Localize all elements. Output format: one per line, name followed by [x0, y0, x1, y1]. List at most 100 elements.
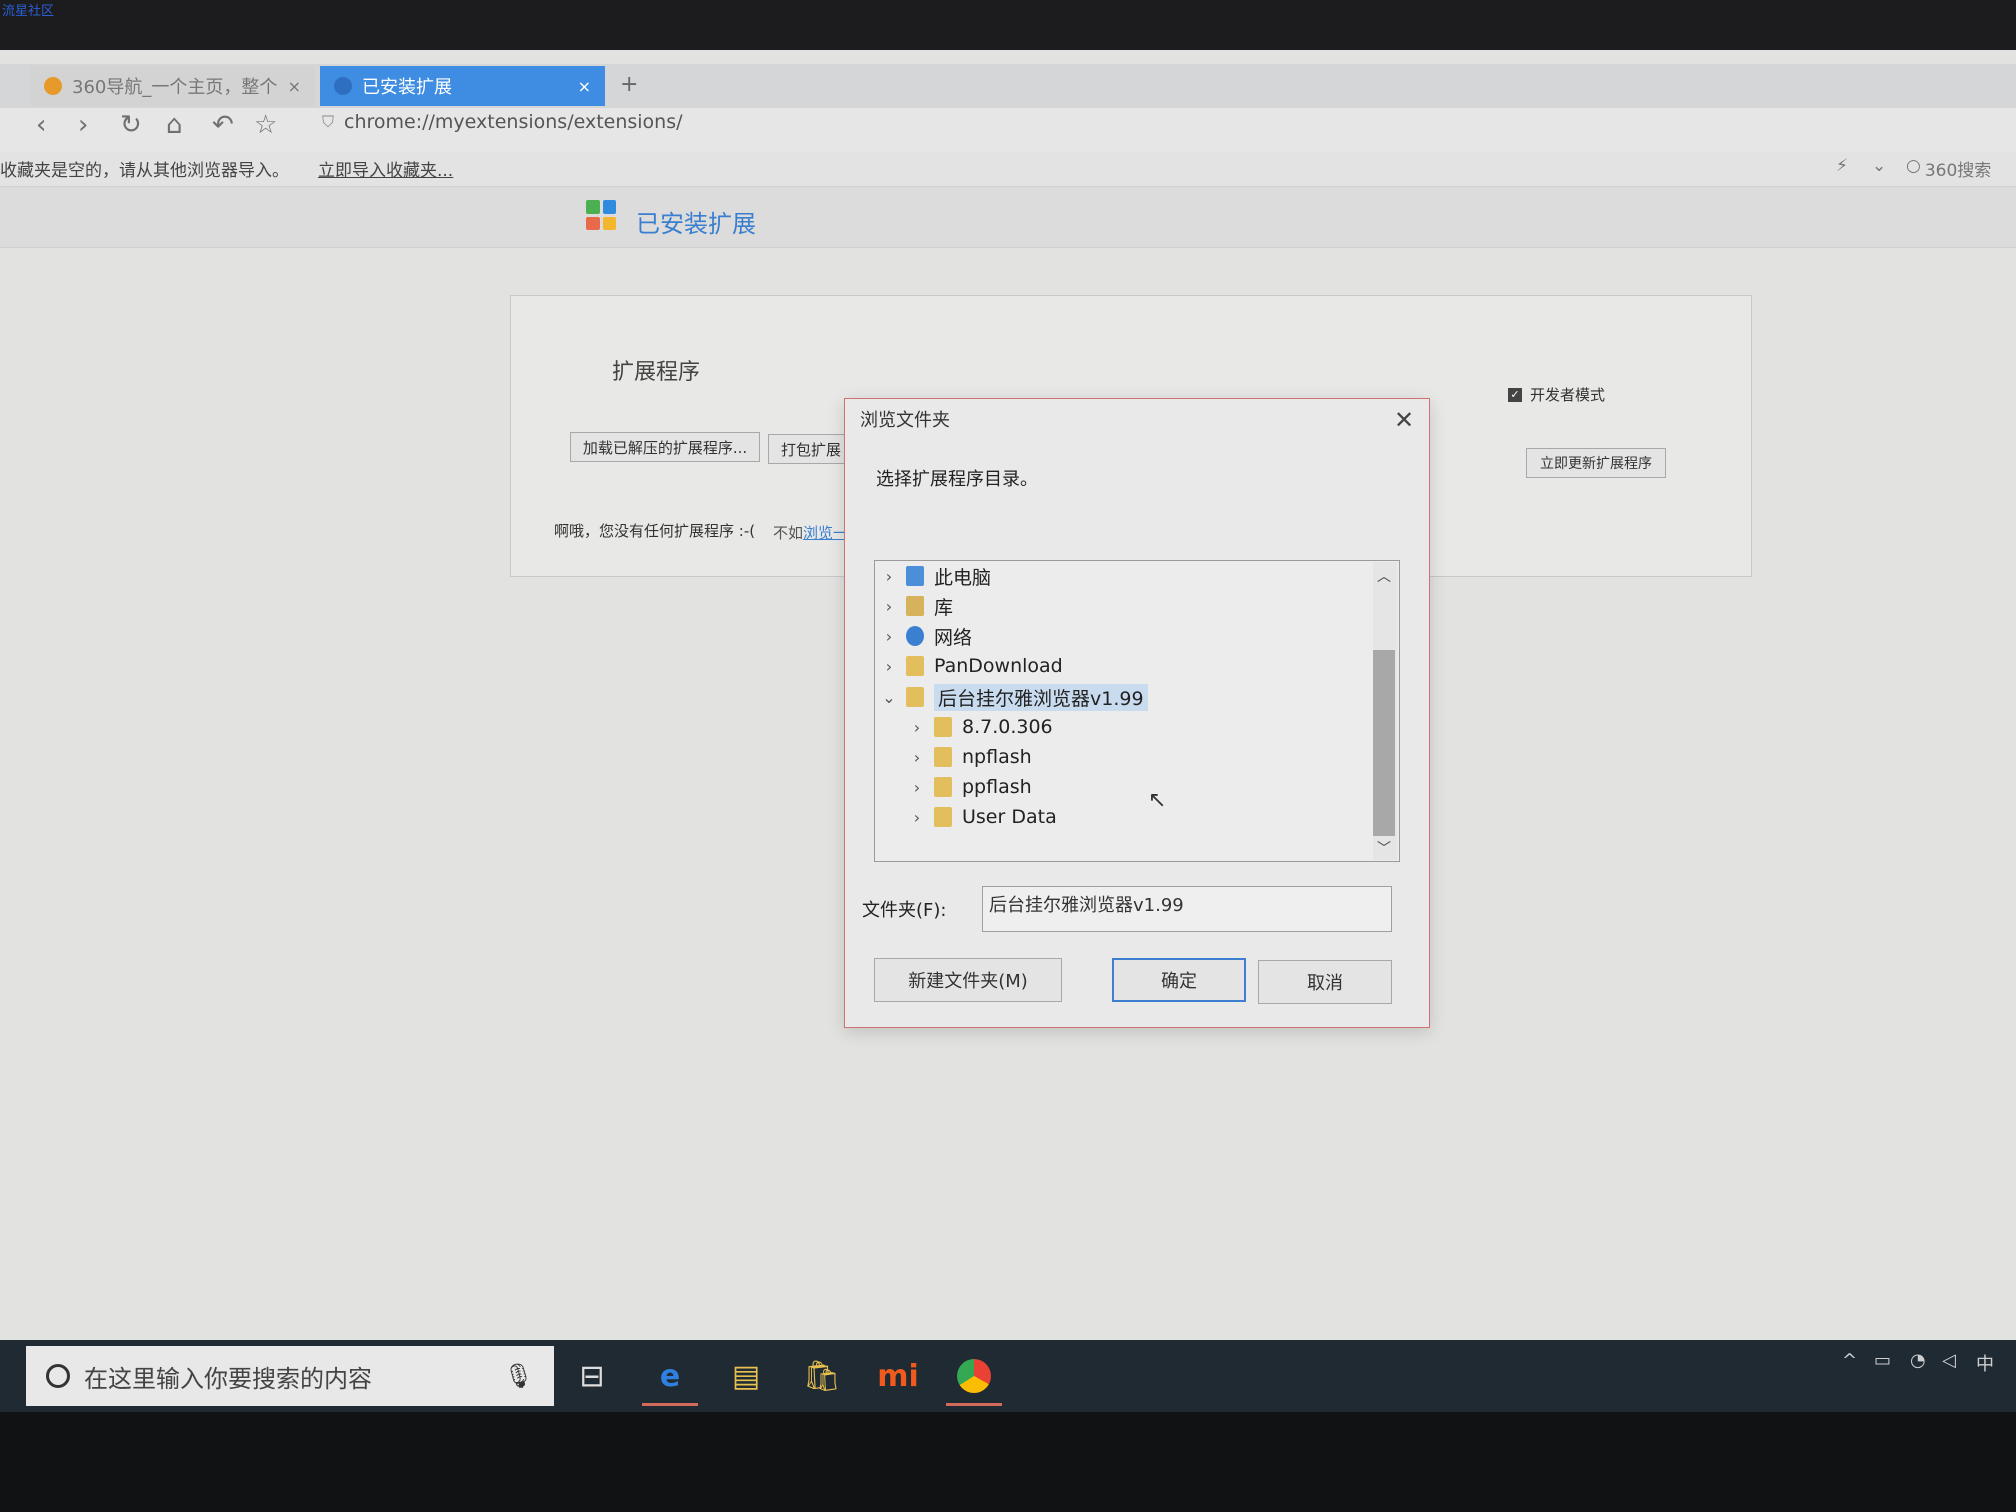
update-extensions-button[interactable]: 立即更新扩展程序: [1526, 448, 1666, 478]
search-engine-label: 360搜索: [1924, 161, 1992, 181]
tree-node-user-data[interactable]: › User Data: [910, 803, 1057, 831]
tab-label: 已安装扩展: [362, 77, 452, 98]
scroll-down-icon[interactable]: ﹀: [1377, 838, 1391, 858]
chrome-icon[interactable]: [946, 1352, 1002, 1406]
chevron-down-icon[interactable]: ⌄: [882, 688, 896, 707]
tree-node-8706[interactable]: › 8.7.0.306: [910, 713, 1053, 741]
mouse-cursor-icon: ↖: [1148, 788, 1167, 813]
edge-icon[interactable]: e: [642, 1352, 698, 1406]
folder-icon: [934, 747, 952, 767]
chevron-right-icon[interactable]: ›: [910, 808, 924, 827]
nav-bar: [0, 108, 2016, 152]
extensions-heading: 扩展程序: [612, 360, 701, 385]
volume-icon[interactable]: ◁: [1942, 1350, 1956, 1371]
chevron-right-icon[interactable]: ›: [882, 567, 896, 586]
mi-icon[interactable]: mi: [870, 1352, 926, 1400]
scroll-up-icon[interactable]: ︿: [1377, 566, 1391, 586]
tree-node-label: 库: [934, 596, 954, 619]
extension-favicon-icon: [334, 77, 352, 95]
chevron-right-icon[interactable]: ›: [910, 718, 924, 737]
address-bar[interactable]: ⛉ chrome://myextensions/extensions/: [322, 111, 683, 133]
undo-icon[interactable]: ↶: [212, 110, 234, 140]
import-bookmarks-link[interactable]: 立即导入收藏夹...: [318, 156, 453, 181]
taskbar-search[interactable]: 在这里输入你要搜索的内容 🎙: [26, 1346, 554, 1406]
scrollbar-thumb[interactable]: [1373, 650, 1395, 836]
load-unpacked-button[interactable]: 加载已解压的扩展程序...: [570, 432, 760, 462]
folder-icon: [934, 777, 952, 797]
reload-icon[interactable]: ↻: [120, 110, 142, 140]
home-icon[interactable]: ⌂: [166, 110, 183, 140]
close-icon[interactable]: ✕: [1394, 406, 1414, 434]
tab-close-icon[interactable]: ×: [578, 77, 591, 96]
ok-button[interactable]: 确定: [1112, 958, 1246, 1002]
tree-node-label: 网络: [934, 626, 973, 649]
new-tab-button[interactable]: +: [620, 72, 638, 97]
chevron-right-icon[interactable]: ›: [882, 597, 896, 616]
folder-label: 文件夹(F):: [862, 900, 947, 921]
tab-360nav[interactable]: 360导航_一个主页，整个 ×: [30, 66, 315, 106]
folder-icon: [906, 656, 924, 676]
tab-close-icon[interactable]: ×: [288, 77, 301, 96]
search-placeholder: 在这里输入你要搜索的内容: [84, 1364, 372, 1393]
tree-node-library[interactable]: › 库: [882, 592, 953, 620]
search-icon: ○: [1906, 156, 1921, 176]
bookmark-bar: 收藏夹是空的，请从其他浏览器导入。 立即导入收藏夹...: [0, 152, 2016, 187]
lightning-icon[interactable]: ⚡: [1836, 156, 1848, 176]
wifi-icon[interactable]: ◔: [1910, 1350, 1926, 1371]
task-view-icon[interactable]: ⊟: [564, 1352, 620, 1400]
cortana-icon[interactable]: [46, 1364, 70, 1388]
suffix-text: 不如: [773, 524, 804, 542]
back-icon[interactable]: ‹: [36, 110, 46, 140]
chevron-right-icon[interactable]: ›: [882, 657, 896, 676]
chevron-right-icon[interactable]: ›: [910, 778, 924, 797]
page-header: [0, 187, 2016, 248]
dialog-title: 浏览文件夹: [860, 410, 950, 431]
url-text: chrome://myextensions/extensions/: [344, 111, 683, 133]
tree-node-ppflash[interactable]: › ppflash: [910, 773, 1032, 801]
tree-node-label: ppflash: [962, 776, 1032, 798]
tree-node-npflash[interactable]: › npflash: [910, 743, 1032, 771]
chrome-logo-icon: [957, 1359, 991, 1393]
folder-icon: [906, 687, 924, 707]
developer-mode-label: 开发者模式: [1530, 386, 1606, 404]
watermark: 流星社区: [2, 4, 55, 19]
ime-indicator[interactable]: 中: [1976, 1350, 1994, 1376]
folder-input[interactable]: 后台挂尔雅浏览器v1.99: [982, 886, 1392, 932]
star-icon[interactable]: ☆: [254, 110, 277, 140]
folder-icon: [934, 807, 952, 827]
bookmark-empty-message: 收藏夹是空的，请从其他浏览器导入。: [0, 161, 289, 181]
microphone-icon[interactable]: 🎙: [504, 1362, 534, 1390]
pack-extension-button[interactable]: 打包扩展: [768, 434, 848, 464]
new-folder-button[interactable]: 新建文件夹(M): [874, 958, 1062, 1002]
tree-node-selected-folder[interactable]: ⌄ 后台挂尔雅浏览器v1.99: [882, 683, 1148, 711]
chevron-right-icon[interactable]: ›: [882, 627, 896, 646]
computer-icon: [906, 566, 924, 586]
cancel-button[interactable]: 取消: [1258, 960, 1392, 1004]
store-icon[interactable]: 🛍: [794, 1352, 850, 1400]
search-engine[interactable]: ○ 360搜索: [1906, 156, 1991, 181]
battery-icon[interactable]: ▭: [1874, 1350, 1891, 1371]
tree-node-label: 此电脑: [934, 566, 992, 589]
shield-icon: ⛉: [322, 112, 335, 131]
forward-icon[interactable]: ›: [78, 110, 88, 140]
dialog-prompt: 选择扩展程序目录。: [876, 469, 1038, 490]
360-favicon-icon: [44, 77, 62, 95]
file-explorer-icon[interactable]: ▤: [718, 1352, 774, 1400]
tree-node-this-pc[interactable]: › 此电脑: [882, 562, 991, 590]
tab-installed-extensions[interactable]: 已安装扩展 ×: [320, 66, 605, 106]
extensions-logo-icon: [586, 200, 616, 230]
tree-node-network[interactable]: › 网络: [882, 622, 972, 650]
developer-mode-toggle[interactable]: ✓ 开发者模式: [1508, 384, 1605, 405]
browse-link[interactable]: 浏览一: [803, 524, 848, 542]
chevron-right-icon[interactable]: ›: [910, 748, 924, 767]
tree-node-label: 后台挂尔雅浏览器v1.99: [934, 683, 1148, 711]
no-extensions-message: 啊哦，您没有任何扩展程序 :-(: [554, 522, 756, 540]
tree-node-label: npflash: [962, 746, 1032, 768]
tree-node-label: User Data: [962, 806, 1057, 828]
tray-up-icon[interactable]: ^: [1842, 1350, 1857, 1371]
chevron-down-icon[interactable]: ⌄: [1872, 156, 1886, 176]
no-extensions-suffix: 不如浏览一: [773, 522, 848, 543]
tree-node-pandownload[interactable]: › PanDownload: [882, 652, 1063, 680]
checkbox-checked-icon[interactable]: ✓: [1508, 387, 1522, 402]
library-icon: [906, 596, 924, 616]
